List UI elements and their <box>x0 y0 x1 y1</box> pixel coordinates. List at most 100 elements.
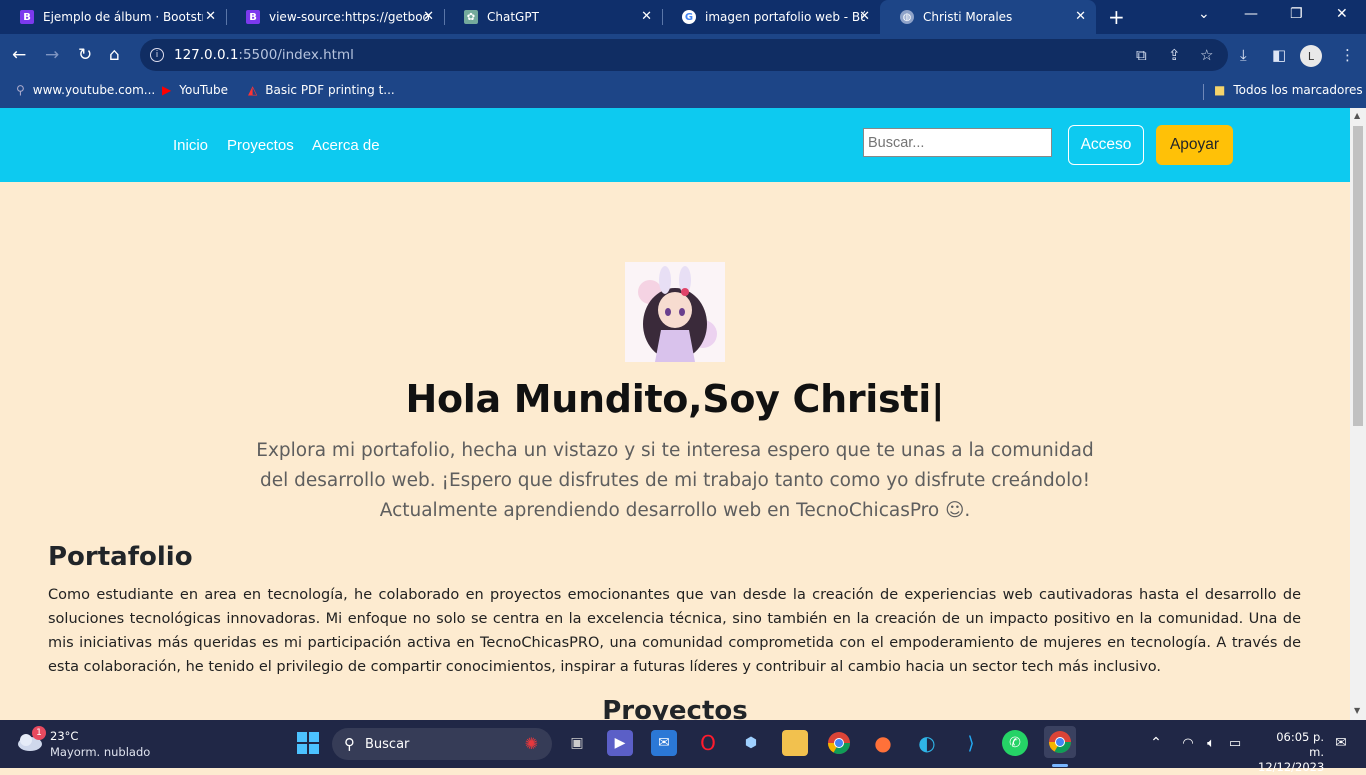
google-icon: G <box>682 10 696 24</box>
chrome-profile-icon[interactable] <box>1044 726 1076 758</box>
vscode-icon[interactable]: ⟩ <box>958 730 984 756</box>
tab-view-source[interactable]: B view-source:https://getboot ✕ <box>226 0 444 34</box>
scroll-down-icon[interactable]: ▼ <box>1354 706 1360 715</box>
url-text: 127.0.0.1:5500/index.html <box>174 47 354 63</box>
share-icon[interactable]: ⇪ <box>1168 46 1181 64</box>
edge-icon[interactable]: ◐ <box>914 730 940 756</box>
menu-icon[interactable]: ⋮ <box>1340 46 1355 64</box>
tab-strip: B Ejemplo de álbum · Bootstra ✕ B view-s… <box>0 0 1366 34</box>
search-input[interactable] <box>863 128 1052 157</box>
browser-toolbar: ← → ↻ ⌂ i 127.0.0.1:5500/index.html ⧉ ⇪ … <box>0 34 1366 76</box>
tab-title: view-source:https://getboot <box>269 10 429 24</box>
back-arrow-icon[interactable]: ← <box>12 45 26 65</box>
clock-time: 06:05 p. m. <box>1276 730 1324 759</box>
bookmark-pdf-printing[interactable]: ◭ Basic PDF printing t... <box>248 83 395 97</box>
close-icon[interactable]: ✕ <box>859 9 870 24</box>
tab-title: imagen portafolio web - Bús <box>705 10 865 24</box>
tab-search-icon[interactable]: ⌄ <box>1198 6 1210 22</box>
login-button[interactable]: Acceso <box>1068 125 1144 165</box>
weather-badge: 1 <box>32 726 46 740</box>
site-info-icon[interactable]: i <box>150 48 164 62</box>
notification-icon[interactable]: ✉ <box>1328 730 1354 756</box>
bookmark-youtube-search[interactable]: ⚲ www.youtube.com... <box>16 83 155 97</box>
bookmark-label: Basic PDF printing t... <box>265 83 395 97</box>
close-icon[interactable]: ✕ <box>205 9 216 24</box>
bookmarks-bar: ⚲ www.youtube.com... ▶ YouTube ◭ Basic P… <box>0 76 1366 108</box>
mail-icon[interactable]: ✉ <box>651 730 677 756</box>
profile-avatar[interactable]: L <box>1300 45 1322 67</box>
chatgpt-icon: ✿ <box>464 10 478 24</box>
whatsapp-icon[interactable]: ✆ <box>1002 730 1028 756</box>
tab-title: Christi Morales <box>923 10 1013 24</box>
taskbar-search[interactable]: ⚲ Buscar ✺ <box>332 728 552 760</box>
opera-icon[interactable]: O <box>695 730 721 756</box>
portfolio-heading: Portafolio <box>48 542 193 572</box>
scrollbar-thumb[interactable] <box>1353 126 1363 426</box>
weather-temp: 23°C <box>50 729 79 743</box>
projects-heading: Proyectos <box>602 696 748 720</box>
bookmark-label: YouTube <box>179 83 229 97</box>
address-bar[interactable]: i 127.0.0.1:5500/index.html <box>140 39 1228 71</box>
adobe-icon: ◭ <box>248 83 258 97</box>
web-page: Inicio Proyectos Acerca de Acceso Apoyar… <box>0 108 1350 720</box>
windows-taskbar: 1 23°C Mayorm. nublado ⚲ Buscar ✺ ▣ ▶ ✉ … <box>0 720 1366 774</box>
bookmarks-divider <box>1203 84 1204 100</box>
tab-title: ChatGPT <box>487 10 539 24</box>
hero-description: Explora mi portafolio, hecha un vistazo … <box>256 440 1094 521</box>
all-bookmarks-label: Todos los marcadores <box>1233 83 1363 97</box>
bootstrap-icon: B <box>20 10 34 24</box>
new-tab-button[interactable]: + <box>1108 5 1125 29</box>
site-navbar: Inicio Proyectos Acerca de Acceso Apoyar <box>0 108 1350 182</box>
nav-link-proyectos[interactable]: Proyectos <box>227 137 294 154</box>
taskbar-search-label: Buscar <box>365 736 410 752</box>
home-icon[interactable]: ⌂ <box>109 45 120 65</box>
portfolio-description: Como estudiante en area en tecnología, h… <box>48 587 1301 675</box>
minimize-button[interactable]: — <box>1244 6 1258 22</box>
teams-icon[interactable]: ▶ <box>607 730 633 756</box>
tab-bootstrap-album[interactable]: B Ejemplo de álbum · Bootstra ✕ <box>0 0 226 34</box>
search-icon: ⚲ <box>344 735 355 753</box>
url-host: 127.0.0.1 <box>174 47 239 63</box>
tab-title: Ejemplo de álbum · Bootstra <box>43 10 203 24</box>
file-explorer-icon[interactable] <box>782 730 808 756</box>
side-panel-icon[interactable]: ◧ <box>1272 46 1286 64</box>
firefox-icon[interactable]: ● <box>870 730 896 756</box>
reload-icon[interactable]: ↻ <box>78 45 92 65</box>
search-icon: ⚲ <box>16 83 25 97</box>
globe-icon: ◍ <box>900 10 914 24</box>
maximize-button[interactable]: ❐ <box>1290 6 1303 22</box>
translate-icon[interactable]: ⧉ <box>1136 46 1147 64</box>
close-icon[interactable]: ✕ <box>641 9 652 24</box>
forward-arrow-icon[interactable]: → <box>45 45 59 65</box>
bookmark-label: www.youtube.com... <box>32 83 156 97</box>
poinsettia-icon: ✺ <box>524 734 538 753</box>
chrome-icon[interactable] <box>826 730 852 756</box>
url-path: :5500/index.html <box>238 47 354 63</box>
volume-icon[interactable]: 🔈︎ <box>1198 730 1224 756</box>
hero-title: Hola Mundito,Soy Christi| <box>405 377 945 421</box>
download-icon[interactable]: ⤓ <box>1240 46 1247 64</box>
task-view-icon[interactable]: ▣ <box>564 730 590 756</box>
chevron-up-icon[interactable]: ⌃ <box>1143 730 1169 756</box>
close-icon[interactable]: ✕ <box>423 9 434 24</box>
bookmark-star-icon[interactable]: ☆ <box>1200 46 1213 64</box>
battery-icon[interactable]: ▭ <box>1222 730 1248 756</box>
all-bookmarks-button[interactable]: ■ Todos los marcadores <box>1214 83 1363 97</box>
weather-description: Mayorm. nublado <box>50 745 151 759</box>
windows-start-icon[interactable] <box>295 730 321 756</box>
page-scrollbar[interactable]: ▲ ▼ <box>1350 108 1366 720</box>
tab-google-search[interactable]: G imagen portafolio web - Bús ✕ <box>662 0 880 34</box>
tab-chatgpt[interactable]: ✿ ChatGPT ✕ <box>444 0 662 34</box>
nav-link-inicio[interactable]: Inicio <box>173 137 208 154</box>
tab-christi-morales[interactable]: ◍ Christi Morales ✕ <box>880 0 1096 34</box>
bookmark-youtube[interactable]: ▶ YouTube <box>162 83 228 97</box>
system-clock[interactable]: 06:05 p. m. 12/12/2023 <box>1258 730 1324 775</box>
support-button[interactable]: Apoyar <box>1156 125 1233 165</box>
scroll-up-icon[interactable]: ▲ <box>1354 111 1360 120</box>
window-close-button[interactable]: ✕ <box>1336 6 1348 22</box>
nav-link-acerca-de[interactable]: Acerca de <box>312 137 380 154</box>
profile-avatar-image <box>625 262 725 362</box>
folder-icon: ■ <box>1214 83 1226 97</box>
close-icon[interactable]: ✕ <box>1075 9 1086 24</box>
virtualbox-icon[interactable]: ⬢ <box>738 730 764 756</box>
